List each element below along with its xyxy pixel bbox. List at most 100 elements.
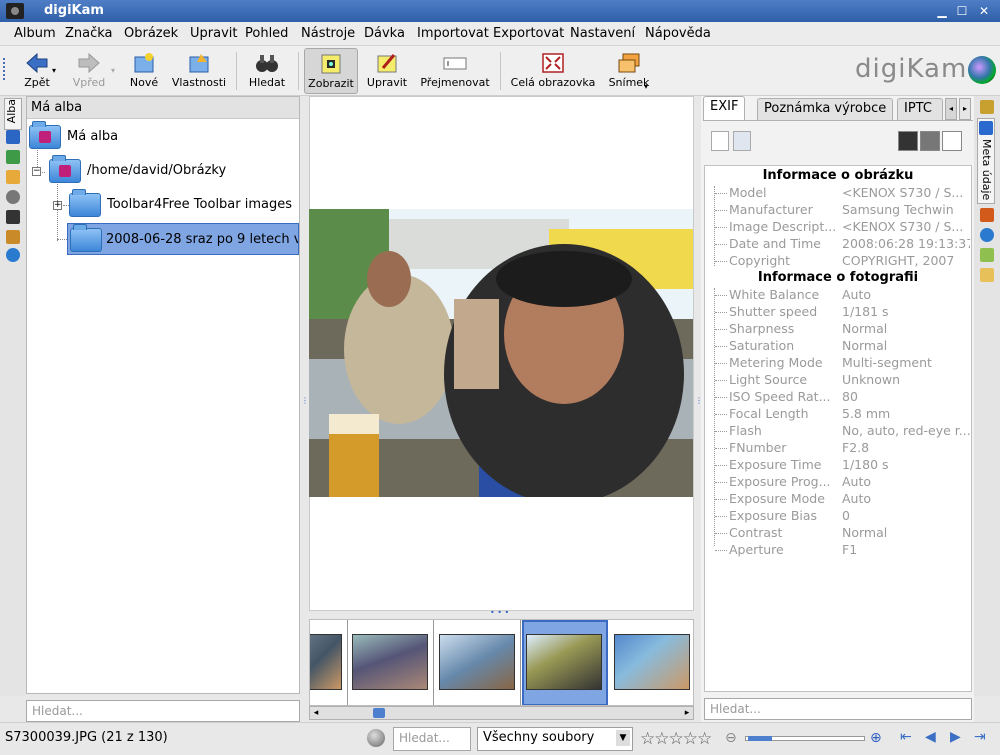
menu-tools[interactable]: Nástroje xyxy=(301,26,355,41)
album-toolbar-row[interactable]: Toolbar4Free Toolbar images xyxy=(27,189,299,219)
scroll-right-icon[interactable]: ▸ xyxy=(681,707,693,719)
geolocation-icon[interactable] xyxy=(980,228,994,242)
exif-row[interactable]: Flash No, auto, red-eye r... xyxy=(715,423,971,440)
exif-row[interactable]: ISO Speed Rat... 80 xyxy=(715,389,971,406)
next-image-icon[interactable]: ▶ xyxy=(950,729,961,745)
edit-button[interactable]: Upravit xyxy=(364,48,410,94)
close-icon[interactable]: ✕ xyxy=(976,3,992,19)
thumbnail-strip xyxy=(309,619,694,706)
exif-row[interactable]: Exposure Bias 0 xyxy=(715,508,971,525)
exif-row[interactable]: Date and Time 2008:06:28 19:13:37 xyxy=(715,236,971,253)
menu-tag[interactable]: Značka xyxy=(65,26,113,41)
print-icon[interactable] xyxy=(920,131,940,151)
exif-row[interactable]: Shutter speed 1/181 s xyxy=(715,304,971,321)
exif-row[interactable]: Metering Mode Multi-segment xyxy=(715,355,971,372)
forward-button[interactable]: Vpřed xyxy=(66,48,112,94)
album-path-row[interactable]: /home/david/Obrázky xyxy=(27,155,299,185)
exif-row[interactable]: Sharpness Normal xyxy=(715,321,971,338)
metadata-search-input[interactable]: Hledat... xyxy=(704,698,972,720)
menu-edit[interactable]: Upravit xyxy=(190,26,237,41)
calendar-icon[interactable] xyxy=(6,150,20,164)
search-icon[interactable] xyxy=(6,210,20,224)
pencil-icon[interactable] xyxy=(980,100,994,114)
save-icon[interactable] xyxy=(898,131,918,151)
menu-view[interactable]: Pohled xyxy=(245,26,288,41)
album-selected-row[interactable]: 2008-06-28 sraz po 9 letech v H xyxy=(67,223,299,255)
thumbnail-selected[interactable] xyxy=(522,620,608,705)
menu-help[interactable]: Nápověda xyxy=(645,26,711,41)
menu-settings[interactable]: Nastavení xyxy=(570,26,635,41)
thumbnail[interactable] xyxy=(348,620,434,705)
exif-row[interactable]: FNumber F2.8 xyxy=(715,440,971,457)
rating-stars[interactable]: ☆☆☆☆☆ xyxy=(640,729,712,749)
maximize-icon[interactable]: ☐ xyxy=(954,3,970,19)
exif-row[interactable]: Exposure Prog... Auto xyxy=(715,474,971,491)
captions-icon[interactable] xyxy=(980,248,994,262)
exif-row[interactable]: Focal Length 5.8 mm xyxy=(715,406,971,423)
menu-batch[interactable]: Dávka xyxy=(364,26,405,41)
menu-export[interactable]: Exportovat xyxy=(493,26,564,41)
exif-row[interactable]: Model <KENOX S730 / S... xyxy=(715,185,971,202)
search-button[interactable]: Hledat xyxy=(244,48,290,94)
full-view-icon[interactable] xyxy=(733,131,751,151)
menu-import[interactable]: Importovat xyxy=(417,26,489,41)
back-dropdown-icon[interactable]: ▾ xyxy=(52,66,56,75)
menu-album[interactable]: Album xyxy=(14,26,56,41)
tab-metadata[interactable]: Meta údaje xyxy=(977,118,995,204)
photo-preview[interactable] xyxy=(309,209,693,497)
exif-row[interactable]: Exposure Mode Auto xyxy=(715,491,971,508)
camera-icon[interactable] xyxy=(6,3,24,19)
scrollbar-thumb[interactable] xyxy=(373,708,385,718)
timeline-icon[interactable] xyxy=(6,190,20,204)
thumbnail[interactable] xyxy=(310,620,348,705)
minimize-icon[interactable]: ▁ xyxy=(934,3,950,19)
albums-icon[interactable] xyxy=(6,130,20,144)
album-root-row[interactable]: Má alba xyxy=(27,121,299,151)
snapshot-dropdown-icon[interactable]: ▾ xyxy=(644,82,648,91)
tags-edit-icon[interactable] xyxy=(980,268,994,282)
status-search-input[interactable]: Hledat... xyxy=(393,727,471,751)
toolbar-handle[interactable] xyxy=(3,58,7,80)
last-image-icon[interactable]: ⇥ xyxy=(974,729,986,745)
file-filter-select[interactable]: Všechny soubory ▼ xyxy=(477,727,633,751)
color-icon[interactable] xyxy=(980,208,994,222)
new-album-button[interactable]: Nové xyxy=(124,48,164,94)
left-splitter-handle[interactable]: ⋮ xyxy=(301,396,309,405)
previous-image-icon[interactable]: ◀ xyxy=(925,729,936,745)
exif-row[interactable]: Copyright COPYRIGHT, 2007 xyxy=(715,253,971,270)
tab-albums[interactable]: Alba xyxy=(4,98,22,130)
forward-dropdown-icon[interactable]: ▾ xyxy=(111,66,115,75)
exif-key: Manufacturer xyxy=(729,202,813,217)
rename-button[interactable]: Přejmenovat xyxy=(418,48,492,94)
tab-exif[interactable]: EXIF xyxy=(703,96,746,120)
tools-icon[interactable] xyxy=(6,230,20,244)
exif-row[interactable]: Image Descript... <KENOX S730 / S... xyxy=(715,219,971,236)
scroll-left-icon[interactable]: ◂ xyxy=(310,707,322,719)
tab-makernote[interactable]: Poznámka výrobce xyxy=(757,98,894,120)
exif-row[interactable]: Light Source Unknown xyxy=(715,372,971,389)
view-button[interactable]: Zobrazit xyxy=(304,48,358,94)
tab-iptc[interactable]: IPTC xyxy=(897,98,943,120)
tab-scroll-left-icon[interactable]: ◂ xyxy=(945,98,957,120)
thumbnail[interactable] xyxy=(435,620,521,705)
exif-row[interactable]: Exposure Time 1/180 s xyxy=(715,457,971,474)
thumbnail[interactable] xyxy=(610,620,693,705)
copy-icon[interactable] xyxy=(942,131,962,151)
zoom-in-icon[interactable]: ⊕ xyxy=(870,730,882,746)
thumbnail-scrollbar[interactable]: ◂ ▸ xyxy=(309,706,694,720)
fullscreen-button[interactable]: Celá obrazovka xyxy=(508,48,598,94)
menu-image[interactable]: Obrázek xyxy=(124,26,178,41)
globe-icon[interactable] xyxy=(6,248,20,262)
exif-row[interactable]: Contrast Normal xyxy=(715,525,971,542)
albums-search-input[interactable]: Hledat... xyxy=(26,700,300,722)
exif-row[interactable]: Saturation Normal xyxy=(715,338,971,355)
properties-button[interactable]: Vlastnosti xyxy=(170,48,228,94)
tab-scroll-right-icon[interactable]: ▸ xyxy=(959,98,971,120)
exif-row[interactable]: Aperture F1 xyxy=(715,542,971,559)
tags-icon[interactable] xyxy=(6,170,20,184)
zoom-out-icon[interactable]: ⊖ xyxy=(725,730,737,746)
exif-row[interactable]: Manufacturer Samsung Techwin xyxy=(715,202,971,219)
simple-view-icon[interactable] xyxy=(711,131,729,151)
first-image-icon[interactable]: ⇤ xyxy=(900,729,912,745)
exif-row[interactable]: White Balance Auto xyxy=(715,287,971,304)
